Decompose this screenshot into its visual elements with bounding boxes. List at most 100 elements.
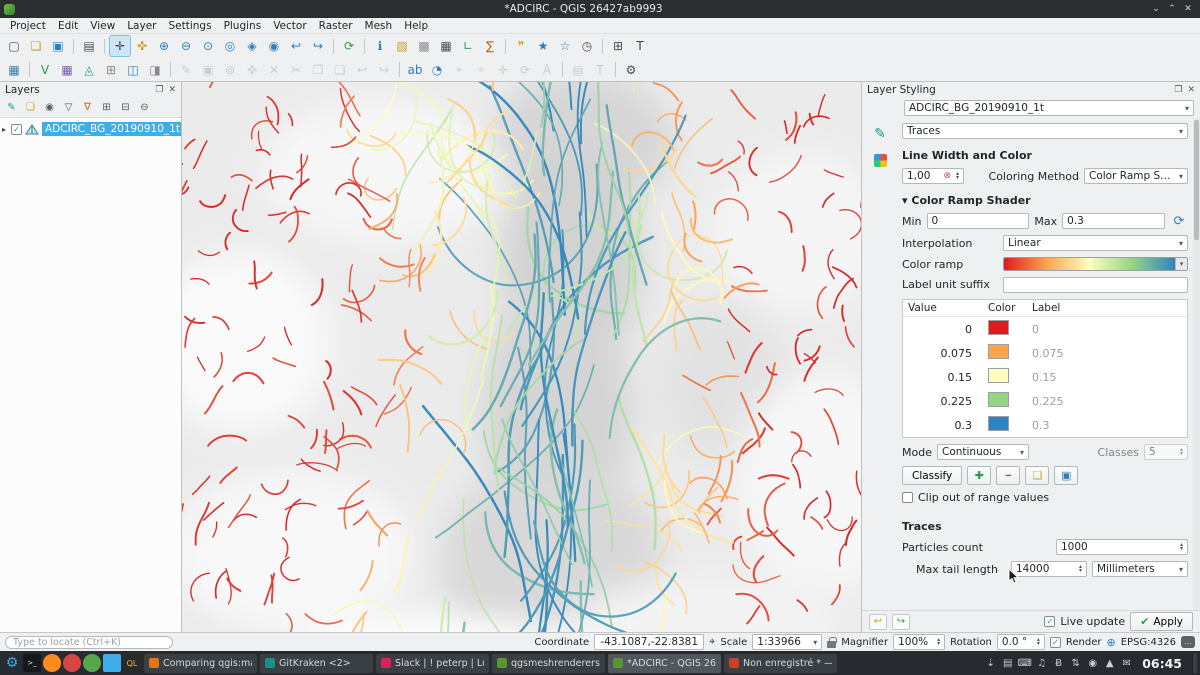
ramp-row[interactable]: 0.150.15 xyxy=(903,365,1187,389)
collapse-all[interactable]: ⊟ xyxy=(117,99,134,116)
map-tips[interactable]: ❞ xyxy=(511,36,531,56)
clock[interactable]: 06:45 xyxy=(1142,656,1182,671)
coordinate-input[interactable]: -43.1087,-22.8381 xyxy=(594,634,704,650)
mesh-symbology-tab-icon[interactable] xyxy=(874,154,887,167)
max-input[interactable]: 0.3 xyxy=(1062,213,1165,229)
annotations[interactable]: T xyxy=(590,60,610,80)
rotate-label[interactable]: ⟳ xyxy=(515,60,535,80)
float-panel-icon[interactable]: ❐ xyxy=(1174,85,1182,95)
close-panel-icon[interactable]: ✕ xyxy=(168,85,176,95)
menu-edit[interactable]: Edit xyxy=(52,20,84,32)
statistical-summary[interactable]: ∑ xyxy=(480,36,500,56)
zoom-full[interactable]: ◎ xyxy=(220,36,240,56)
clear-icon[interactable]: ⊗ xyxy=(943,171,951,181)
taskbar-task[interactable]: Comparing qgis:mast... xyxy=(144,654,257,673)
menu-settings[interactable]: Settings xyxy=(162,20,217,32)
classify-button[interactable]: Classify xyxy=(902,466,962,485)
app-launcher[interactable]: ⚙ xyxy=(3,654,21,672)
menu-project[interactable]: Project xyxy=(4,20,52,32)
app-red[interactable] xyxy=(63,654,81,672)
add-class-button[interactable]: ✚ xyxy=(967,466,991,485)
zoom-next[interactable]: ↪ xyxy=(308,36,328,56)
vertex-tool[interactable]: ✜ xyxy=(242,60,262,80)
delete-selected[interactable]: ✕ xyxy=(264,60,284,80)
title-bar[interactable]: *ADCIRC - QGIS 26427ab9993 ⌄ ⌃ ✕ xyxy=(0,0,1200,18)
layer-row[interactable]: ▸ ✓ ADCIRC_BG_20190910_1t xyxy=(0,120,181,138)
open-attribute-table[interactable]: ▦ xyxy=(436,36,456,56)
map-canvas[interactable] xyxy=(182,82,861,632)
coloring-method-combo[interactable]: Color Ramp Shader ▾ xyxy=(1084,168,1188,184)
firefox[interactable] xyxy=(43,654,61,672)
tray-media[interactable]: ♫ xyxy=(1035,655,1048,671)
line-width-spin[interactable]: 1,00 ⊗ ▴▾ xyxy=(902,168,964,184)
color-swatch[interactable] xyxy=(988,368,1009,383)
tray-volume[interactable]: ◉ xyxy=(1086,655,1099,671)
undo[interactable]: ↩ xyxy=(352,60,372,80)
apply-button[interactable]: ✔ Apply xyxy=(1130,612,1193,631)
close-button[interactable]: ✕ xyxy=(1180,4,1196,14)
label-unit-suffix-input[interactable] xyxy=(1003,277,1188,293)
processing-toolbox[interactable]: ⚙ xyxy=(621,60,641,80)
copy-features[interactable]: ❐ xyxy=(308,60,328,80)
move-label[interactable]: ✛ xyxy=(493,60,513,80)
refresh-map[interactable]: ⟳ xyxy=(339,36,359,56)
color-ramp-shader-heading[interactable]: ▾ Color Ramp Shader xyxy=(902,194,1188,207)
redo[interactable]: ↪ xyxy=(374,60,394,80)
chevron-down-icon[interactable]: ▾ xyxy=(1175,258,1187,270)
mesh-renderer-combo[interactable]: Traces ▾ xyxy=(902,123,1188,139)
zoom-out[interactable]: ⊖ xyxy=(176,36,196,56)
close-panel-icon[interactable]: ✕ xyxy=(1187,85,1195,95)
save-layer-edits[interactable]: ▣ xyxy=(198,60,218,80)
messages-icon[interactable]: … xyxy=(1181,636,1195,648)
ramp-row[interactable]: 00 xyxy=(903,317,1187,341)
open-project[interactable]: ❏ xyxy=(26,36,46,56)
menu-view[interactable]: View xyxy=(84,20,121,32)
zoom-to-layer[interactable]: ◉ xyxy=(264,36,284,56)
identify-features[interactable]: ℹ xyxy=(370,36,390,56)
scale-combo[interactable]: 1:33966 ▾ xyxy=(752,634,822,650)
expand-all[interactable]: ⊞ xyxy=(98,99,115,116)
select-features[interactable]: ▧ xyxy=(392,36,412,56)
zoom-last[interactable]: ↩ xyxy=(286,36,306,56)
decorations[interactable]: ▤ xyxy=(568,60,588,80)
taskbar-task[interactable]: Slack | ! peterp | Lutr... xyxy=(376,654,489,673)
styling-layer-combo[interactable]: ADCIRC_BG_20190910_1t ▾ xyxy=(904,100,1194,116)
taskbar-task[interactable]: Non enregistré * — Sp... xyxy=(724,654,837,673)
add-raster-layer[interactable]: ▦ xyxy=(57,60,77,80)
style-redo-button[interactable]: ↪ xyxy=(892,614,910,630)
scrollbar-thumb[interactable] xyxy=(1194,120,1199,240)
spin-arrows[interactable]: ▴▾ xyxy=(953,172,959,181)
interpolation-combo[interactable]: Linear ▾ xyxy=(1003,235,1188,251)
save-color-map-button[interactable]: ▣ xyxy=(1054,466,1078,485)
new-project[interactable]: ▢ xyxy=(4,36,24,56)
taskbar-task[interactable]: qgsmeshrenderersetti... xyxy=(492,654,605,673)
crs-globe-icon[interactable]: ⊕ xyxy=(1107,636,1116,649)
scale-lock-icon[interactable] xyxy=(827,641,836,648)
toggle-editing[interactable]: ✎ xyxy=(176,60,196,80)
taskbar-task[interactable]: *ADCIRC - QGIS 26427... xyxy=(608,654,721,673)
symbology-tab-icon[interactable]: ✎ xyxy=(874,126,886,142)
cut-features[interactable]: ✂ xyxy=(286,60,306,80)
file-manager[interactable] xyxy=(103,654,121,672)
add-wms-layer[interactable]: ◨ xyxy=(145,60,165,80)
tail-unit-combo[interactable]: Millimeters ▾ xyxy=(1092,561,1188,577)
tray-bluetooth[interactable]: Ƀ xyxy=(1052,655,1065,671)
zoom-in[interactable]: ⊕ xyxy=(154,36,174,56)
zoom-native[interactable]: ⊙ xyxy=(198,36,218,56)
style-undo-button[interactable]: ↩ xyxy=(869,614,887,630)
minimize-button[interactable]: ⌄ xyxy=(1148,4,1164,14)
clip-out-of-range-checkbox[interactable] xyxy=(902,492,913,503)
menu-plugins[interactable]: Plugins xyxy=(218,20,268,32)
save-project[interactable]: ▣ xyxy=(48,36,68,56)
toggle-extents-icon[interactable]: ⌖ xyxy=(709,635,715,649)
tray-keyboard[interactable]: ⌨ xyxy=(1018,655,1031,671)
max-tail-length-spin[interactable]: 14000 ▴▾ xyxy=(1011,561,1087,577)
show-desktop-button[interactable] xyxy=(1192,653,1197,673)
ramp-row[interactable]: 0.0750.075 xyxy=(903,341,1187,365)
show-layout-manager[interactable]: ▤ xyxy=(79,36,99,56)
color-ramp-button[interactable]: ▾ xyxy=(1003,257,1188,271)
add-group[interactable]: ❏ xyxy=(22,99,39,116)
tray-mail[interactable]: ✉ xyxy=(1120,655,1133,671)
menu-layer[interactable]: Layer xyxy=(121,20,162,32)
measure-line[interactable]: ∟ xyxy=(458,36,478,56)
